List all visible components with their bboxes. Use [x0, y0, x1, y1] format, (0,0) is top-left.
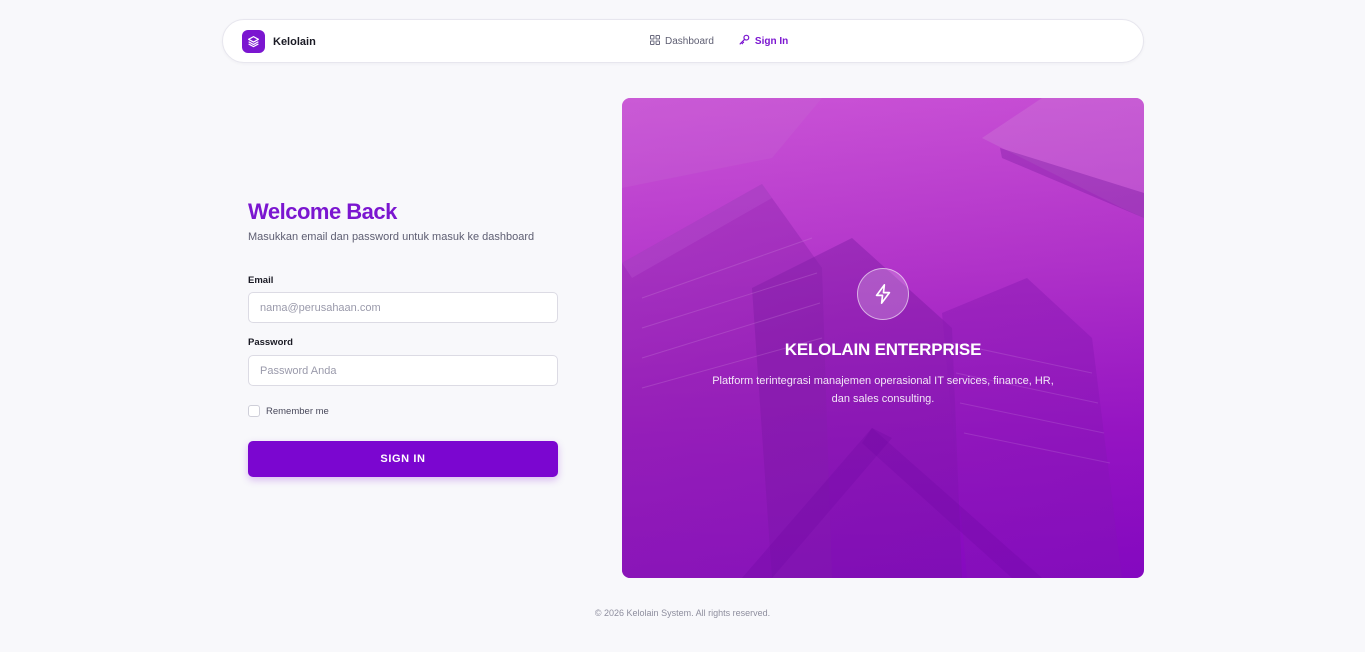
password-field[interactable] — [248, 355, 558, 386]
stack-layers-icon — [242, 30, 265, 53]
password-label: Password — [248, 337, 293, 348]
brand-name: Kelolain — [273, 35, 316, 48]
brand[interactable]: Kelolain — [242, 30, 316, 53]
sign-in-button[interactable]: SIGN IN — [248, 441, 558, 477]
page-subtitle: Masukkan email dan password untuk masuk … — [248, 231, 535, 243]
hero-description: Platform terintegrasi manajemen operasio… — [712, 375, 1054, 405]
login-form: Welcome Back Masukkan email dan password… — [248, 199, 558, 477]
email-field[interactable] — [248, 292, 558, 323]
email-label: Email — [248, 275, 274, 286]
hero-panel: KELOLAIN ENTERPRISE Platform terintegras… — [622, 98, 1144, 578]
page-title: Welcome Back — [248, 199, 397, 224]
key-icon — [739, 34, 750, 48]
remember-me[interactable]: Remember me — [248, 405, 329, 417]
footer-copyright: © 2026 Kelolain System. All rights reser… — [594, 608, 771, 618]
remember-me-checkbox[interactable] — [248, 405, 260, 417]
hero-title: KELOLAIN ENTERPRISE — [784, 340, 982, 359]
lightning-icon — [857, 268, 909, 320]
nav-link-dashboard[interactable]: Dashboard — [650, 34, 714, 48]
nav-link-sign-in-label: Sign In — [754, 35, 789, 47]
hero-overlay — [622, 98, 1144, 578]
grid-icon — [650, 34, 660, 48]
nav-link-sign-in[interactable]: Sign In — [739, 34, 788, 48]
top-navbar: Kelolain Dashboard Sign In — [222, 19, 1144, 63]
nav-link-dashboard-label: Dashboard — [665, 35, 714, 47]
remember-me-label: Remember me — [266, 405, 329, 417]
nav-links: Dashboard Sign In — [650, 34, 788, 48]
